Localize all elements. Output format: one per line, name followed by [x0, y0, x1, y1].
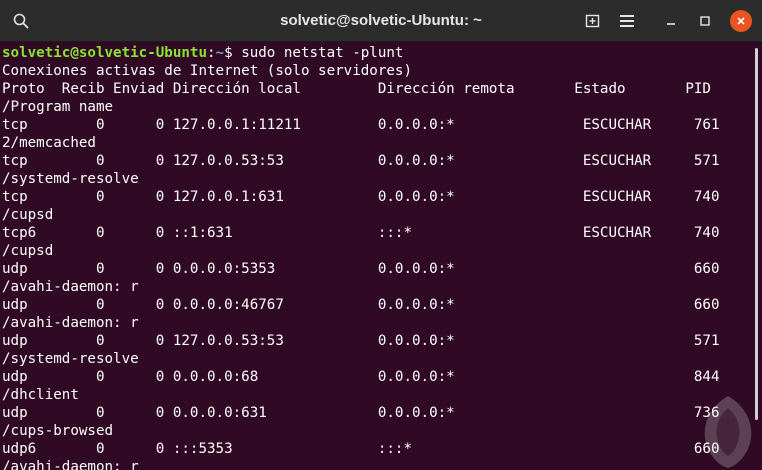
prompt-line: solvetic@solvetic-Ubuntu:~$ sudo netstat…	[2, 44, 403, 62]
prompt-colon: :	[207, 45, 216, 61]
terminal-output[interactable]: solvetic@solvetic-Ubuntu:~$ sudo netstat…	[0, 42, 762, 470]
menu-button[interactable]	[614, 8, 640, 34]
prompt-symbol: $	[224, 45, 242, 61]
output-line: /systemd-resolve	[2, 171, 139, 187]
output-line: udp6 0 0 :::5353 :::* 660	[2, 441, 720, 457]
prompt-user-host: solvetic@solvetic-Ubuntu	[2, 45, 207, 61]
new-tab-icon	[585, 13, 601, 29]
prompt-path: ~	[215, 45, 225, 61]
output-line: tcp 0 0 127.0.0.53:53 0.0.0.0:* ESCUCHAR…	[2, 153, 720, 169]
output-line: Proto Recib Enviad Dirección local Direc…	[2, 81, 711, 97]
terminal-window: solvetic@solvetic-Ubuntu: ~ solvetic@sol…	[0, 0, 762, 470]
minimize-button[interactable]	[658, 8, 684, 34]
terminal-scrollbar[interactable]	[755, 48, 758, 420]
prompt-command: sudo netstat -plunt	[241, 45, 404, 61]
close-icon	[736, 16, 746, 26]
output-line: /cupsd	[2, 243, 54, 259]
output-line: /cups-browsed	[2, 423, 114, 439]
output-line: udp 0 0 0.0.0.0:5353 0.0.0.0:* 660	[2, 261, 720, 277]
output-line: 2/memcached	[2, 135, 96, 151]
output-line: /avahi-daemon: r	[2, 459, 139, 470]
title-bar[interactable]: solvetic@solvetic-Ubuntu: ~	[0, 0, 762, 42]
output-line: /Program name	[2, 99, 114, 115]
new-tab-button[interactable]	[580, 8, 606, 34]
output-line: /avahi-daemon: r	[2, 279, 139, 295]
output-line: tcp6 0 0 ::1:631 :::* ESCUCHAR 740	[2, 225, 720, 241]
output-line: /dhclient	[2, 387, 79, 403]
output-line: Conexiones activas de Internet (solo ser…	[2, 63, 412, 79]
output-line: udp 0 0 0.0.0.0:68 0.0.0.0:* 844	[2, 369, 720, 385]
output-line: /systemd-resolve	[2, 351, 139, 367]
output-line: udp 0 0 0.0.0.0:631 0.0.0.0:* 736	[2, 405, 720, 421]
hamburger-menu-icon	[619, 14, 635, 28]
minimize-icon	[665, 15, 677, 27]
output-line: tcp 0 0 127.0.0.1:11211 0.0.0.0:* ESCUCH…	[2, 117, 720, 133]
output-line: tcp 0 0 127.0.0.1:631 0.0.0.0:* ESCUCHAR…	[2, 189, 720, 205]
close-button[interactable]	[730, 10, 752, 32]
output-line: /cupsd	[2, 207, 54, 223]
output-line: udp 0 0 0.0.0.0:46767 0.0.0.0:* 660	[2, 297, 720, 313]
output-line: udp 0 0 127.0.0.53:53 0.0.0.0:* 571	[2, 333, 720, 349]
maximize-icon	[699, 15, 711, 27]
output-line: /avahi-daemon: r	[2, 315, 139, 331]
window-title: solvetic@solvetic-Ubuntu: ~	[280, 12, 482, 29]
maximize-button[interactable]	[692, 8, 718, 34]
